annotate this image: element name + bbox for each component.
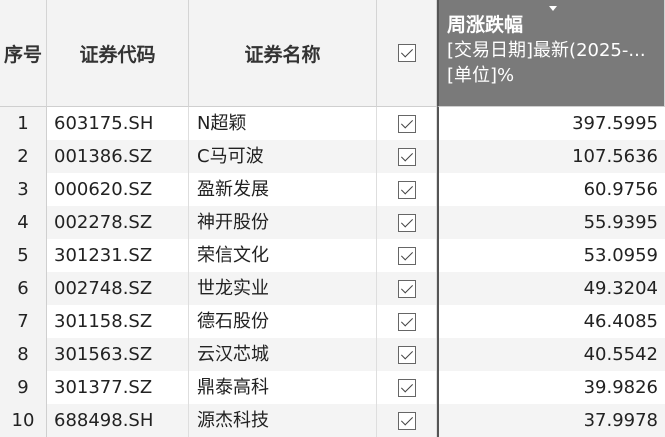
- table-row[interactable]: 6 002748.SZ 世龙实业 49.3204: [0, 272, 665, 305]
- row-index: 2: [0, 140, 47, 173]
- security-code[interactable]: 301158.SZ: [47, 305, 189, 338]
- security-name[interactable]: 世龙实业: [189, 272, 377, 305]
- row-checkbox[interactable]: [397, 411, 416, 430]
- weekly-change-title: 周涨跌幅: [447, 14, 524, 36]
- row-select-cell[interactable]: [377, 404, 437, 437]
- row-index: 3: [0, 173, 47, 206]
- row-select-cell[interactable]: [377, 371, 437, 404]
- row-checkbox[interactable]: [397, 279, 416, 298]
- table-row[interactable]: 9 301377.SZ 鼎泰高科 39.9826: [0, 371, 665, 404]
- security-name[interactable]: 鼎泰高科: [189, 371, 377, 404]
- security-name[interactable]: 德石股份: [189, 305, 377, 338]
- header-code[interactable]: 证券代码: [47, 0, 189, 107]
- header-name[interactable]: 证券名称: [189, 0, 377, 107]
- securities-grid: 序号 证券代码 证券名称 周涨跌幅 [交易日期]最新(2025-... [单位]…: [0, 0, 665, 437]
- row-index: 6: [0, 272, 47, 305]
- row-select-cell[interactable]: [377, 140, 437, 173]
- row-index: 1: [0, 107, 47, 140]
- row-index: 5: [0, 239, 47, 272]
- security-code[interactable]: 001386.SZ: [47, 140, 189, 173]
- security-name[interactable]: 盈新发展: [189, 173, 377, 206]
- row-select-cell[interactable]: [377, 272, 437, 305]
- security-code[interactable]: 301231.SZ: [47, 239, 189, 272]
- row-checkbox[interactable]: [397, 147, 416, 166]
- security-code[interactable]: 002278.SZ: [47, 206, 189, 239]
- weekly-change-date: [交易日期]最新(2025-...: [447, 40, 646, 61]
- header-index[interactable]: 序号: [0, 0, 47, 107]
- table-row[interactable]: 1 603175.SH N超颖 397.5995: [0, 107, 665, 140]
- security-name[interactable]: 神开股份: [189, 206, 377, 239]
- row-checkbox[interactable]: [397, 213, 416, 232]
- select-all-checkbox[interactable]: [397, 44, 416, 62]
- weekly-change-value[interactable]: 49.3204: [437, 272, 665, 305]
- row-select-cell[interactable]: [377, 338, 437, 371]
- header-select-all[interactable]: [377, 0, 437, 107]
- row-checkbox[interactable]: [397, 345, 416, 364]
- security-code[interactable]: 002748.SZ: [47, 272, 189, 305]
- table-row[interactable]: 4 002278.SZ 神开股份 55.9395: [0, 206, 665, 239]
- row-select-cell[interactable]: [377, 173, 437, 206]
- weekly-change-value[interactable]: 397.5995: [437, 107, 665, 140]
- row-select-cell[interactable]: [377, 206, 437, 239]
- weekly-change-value[interactable]: 53.0959: [437, 239, 665, 272]
- security-name[interactable]: 源杰科技: [189, 404, 377, 437]
- table-row[interactable]: 7 301158.SZ 德石股份 46.4085: [0, 305, 665, 338]
- table-row[interactable]: 2 001386.SZ C马可波 107.5636: [0, 140, 665, 173]
- row-select-cell[interactable]: [377, 239, 437, 272]
- row-select-cell[interactable]: [377, 305, 437, 338]
- security-code[interactable]: 301377.SZ: [47, 371, 189, 404]
- weekly-change-unit: [单位]%: [447, 65, 515, 86]
- weekly-change-value[interactable]: 46.4085: [437, 305, 665, 338]
- row-checkbox[interactable]: [397, 378, 416, 397]
- security-code[interactable]: 688498.SH: [47, 404, 189, 437]
- table-row[interactable]: 5 301231.SZ 荣信文化 53.0959: [0, 239, 665, 272]
- row-checkbox[interactable]: [397, 114, 416, 133]
- security-name[interactable]: N超颖: [189, 107, 377, 140]
- row-index: 7: [0, 305, 47, 338]
- security-code[interactable]: 000620.SZ: [47, 173, 189, 206]
- table-row[interactable]: 10 688498.SH 源杰科技 37.9978: [0, 404, 665, 437]
- sort-desc-icon[interactable]: [549, 6, 557, 11]
- header-weekly-change[interactable]: 周涨跌幅 [交易日期]最新(2025-... [单位]%: [437, 0, 665, 107]
- row-checkbox[interactable]: [397, 246, 416, 265]
- row-checkbox[interactable]: [397, 312, 416, 331]
- row-checkbox[interactable]: [397, 180, 416, 199]
- security-name[interactable]: 荣信文化: [189, 239, 377, 272]
- weekly-change-value[interactable]: 55.9395: [437, 206, 665, 239]
- weekly-change-value[interactable]: 40.5542: [437, 338, 665, 371]
- row-select-cell[interactable]: [377, 107, 437, 140]
- weekly-change-value[interactable]: 107.5636: [437, 140, 665, 173]
- weekly-change-value[interactable]: 37.9978: [437, 404, 665, 437]
- security-code[interactable]: 603175.SH: [47, 107, 189, 140]
- row-index: 9: [0, 371, 47, 404]
- weekly-change-value[interactable]: 39.9826: [437, 371, 665, 404]
- row-index: 10: [0, 404, 47, 437]
- weekly-change-value[interactable]: 60.9756: [437, 173, 665, 206]
- row-index: 4: [0, 206, 47, 239]
- security-name[interactable]: 云汉芯城: [189, 338, 377, 371]
- security-name[interactable]: C马可波: [189, 140, 377, 173]
- table-row[interactable]: 3 000620.SZ 盈新发展 60.9756: [0, 173, 665, 206]
- security-code[interactable]: 301563.SZ: [47, 338, 189, 371]
- table-row[interactable]: 8 301563.SZ 云汉芯城 40.5542: [0, 338, 665, 371]
- row-index: 8: [0, 338, 47, 371]
